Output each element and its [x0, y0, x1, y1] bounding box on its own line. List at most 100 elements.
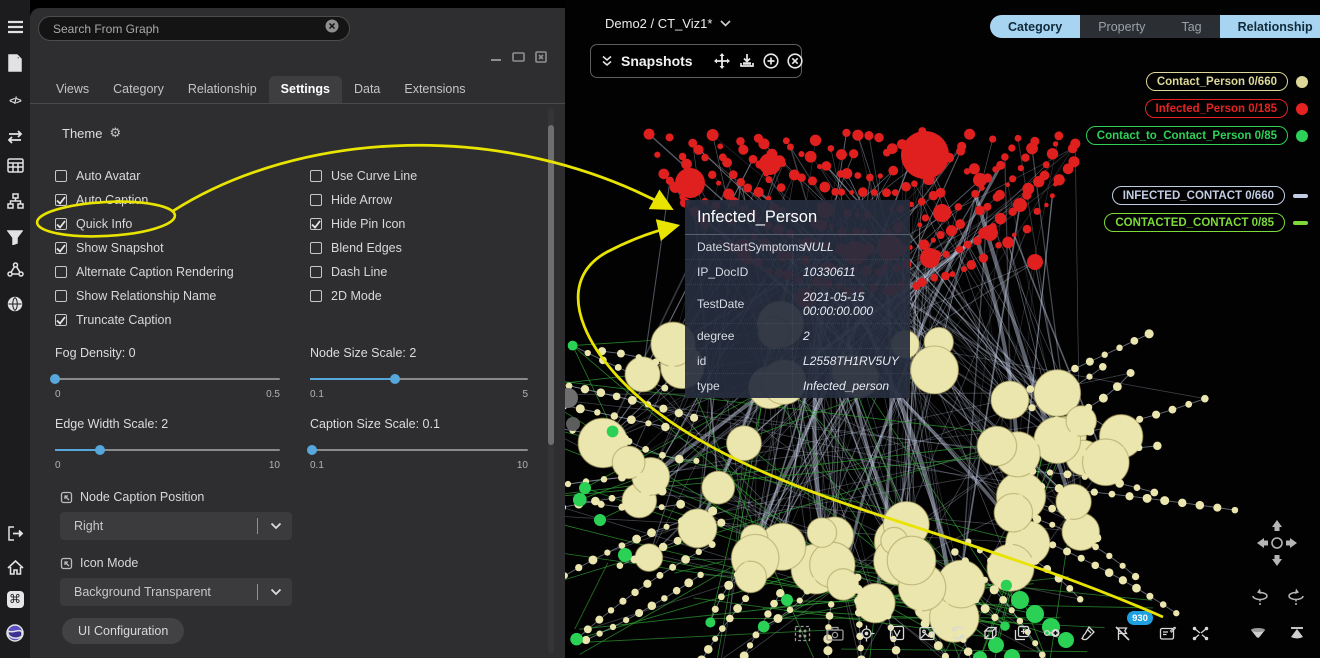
- hierarchy-icon[interactable]: [0, 188, 30, 214]
- settings-checkbox[interactable]: Hide Arrow: [310, 188, 540, 212]
- mode-tab-property[interactable]: Property: [1080, 15, 1163, 38]
- settings-checkbox[interactable]: Show Snapshot: [55, 236, 305, 260]
- refresh-icon[interactable]: [946, 621, 970, 645]
- checkbox-box[interactable]: [310, 242, 322, 254]
- rotate-right-icon[interactable]: [1286, 586, 1306, 608]
- legend-item[interactable]: Infected_Person 0/185: [1145, 99, 1308, 118]
- code-icon[interactable]: </>: [0, 88, 30, 114]
- legend-pill[interactable]: CONTACTED_CONTACT 0/85: [1104, 213, 1285, 232]
- checkbox-box[interactable]: [55, 266, 67, 278]
- close-window-icon[interactable]: [535, 50, 547, 68]
- checkbox-box[interactable]: [55, 290, 67, 302]
- settings-checkbox[interactable]: Hide Pin Icon: [310, 212, 540, 236]
- legend-item[interactable]: CONTACTED_CONTACT 0/85: [1104, 213, 1308, 232]
- settings-checkbox[interactable]: Auto Caption: [55, 188, 305, 212]
- camera-icon[interactable]: [823, 621, 847, 645]
- checkbox-box[interactable]: [310, 194, 322, 206]
- globe-icon[interactable]: [0, 291, 30, 317]
- panel-scrollbar[interactable]: [548, 108, 554, 653]
- mode-tab-category[interactable]: Category: [990, 15, 1080, 38]
- cube-3d-icon[interactable]: [978, 621, 1002, 645]
- checkbox-box[interactable]: [310, 170, 322, 182]
- slider-track[interactable]: [55, 445, 280, 455]
- logout-icon[interactable]: [0, 520, 30, 546]
- file-icon[interactable]: [0, 50, 30, 76]
- move-icon[interactable]: [713, 52, 731, 70]
- slider-handle[interactable]: [95, 445, 105, 455]
- tab-relationship[interactable]: Relationship: [176, 76, 269, 103]
- menu-icon[interactable]: [0, 14, 30, 40]
- mode-tab-relationship[interactable]: Relationship: [1220, 15, 1320, 38]
- legend-item[interactable]: Contact_Person 0/660: [1146, 72, 1308, 91]
- theme-row[interactable]: Theme ⚙: [62, 126, 121, 141]
- checkbox-box[interactable]: [55, 194, 67, 206]
- slider-track[interactable]: [310, 445, 528, 455]
- settings-checkbox[interactable]: Auto Avatar: [55, 164, 305, 188]
- app-logo[interactable]: [0, 620, 30, 646]
- settings-checkbox[interactable]: Blend Edges: [310, 236, 540, 260]
- checkbox-box[interactable]: [55, 242, 67, 254]
- graph-viewport[interactable]: Demo2 / CT_Viz1* Snapshots CategoryPrope…: [565, 0, 1320, 658]
- checkbox-box[interactable]: [55, 218, 67, 230]
- slider-handle[interactable]: [390, 374, 400, 384]
- add-snapshot-icon[interactable]: [763, 53, 779, 69]
- settings-checkbox[interactable]: Use Curve Line: [310, 164, 540, 188]
- checkbox-box[interactable]: [310, 290, 322, 302]
- cone-up-icon[interactable]: [1285, 621, 1309, 645]
- checkbox-box[interactable]: [55, 170, 67, 182]
- swap-arrows-icon[interactable]: [0, 124, 30, 150]
- legend-pill[interactable]: Contact_to_Contact_Person 0/85: [1086, 126, 1288, 145]
- settings-checkbox[interactable]: Alternate Caption Rendering: [55, 260, 305, 284]
- icon-mode-select[interactable]: Background Transparent: [60, 578, 292, 606]
- tab-settings[interactable]: Settings: [269, 76, 342, 103]
- download-snapshot-icon[interactable]: [739, 53, 755, 69]
- settings-checkbox[interactable]: Show Relationship Name: [55, 284, 305, 308]
- cone-down-icon[interactable]: [1246, 621, 1270, 645]
- tab-extensions[interactable]: Extensions: [392, 76, 477, 103]
- filter-icon[interactable]: [0, 224, 30, 250]
- collapse-chevrons-icon[interactable]: [601, 55, 613, 67]
- breadcrumb[interactable]: Demo2 / CT_Viz1*: [605, 16, 731, 31]
- tab-category[interactable]: Category: [101, 76, 176, 103]
- slider-track[interactable]: [55, 374, 280, 384]
- slider-track[interactable]: [310, 374, 528, 384]
- slider-handle[interactable]: [307, 445, 317, 455]
- mode-tab-tag[interactable]: Tag: [1163, 15, 1219, 38]
- table-icon[interactable]: [0, 152, 30, 178]
- cut-edge-icon[interactable]: [1188, 621, 1212, 645]
- select-area-icon[interactable]: [790, 621, 814, 645]
- search-clear-icon[interactable]: [325, 19, 339, 38]
- locate-icon[interactable]: [854, 621, 878, 645]
- image-icon[interactable]: [915, 621, 939, 645]
- gear-icon[interactable]: ⚙: [109, 126, 121, 141]
- home-icon[interactable]: [0, 554, 30, 580]
- settings-checkbox[interactable]: Dash Line: [310, 260, 540, 284]
- checkbox-box[interactable]: [310, 218, 322, 230]
- duplicate-plus-icon[interactable]: [1010, 621, 1034, 645]
- checkbox-box[interactable]: [310, 266, 322, 278]
- minimize-icon[interactable]: [490, 50, 502, 68]
- maximize-icon[interactable]: [512, 50, 525, 68]
- scrollbar-thumb[interactable]: [548, 125, 554, 445]
- settings-checkbox[interactable]: 2D Mode: [310, 284, 540, 308]
- legend-pill[interactable]: Infected_Person 0/185: [1145, 99, 1288, 118]
- close-snapshots-icon[interactable]: [787, 53, 803, 69]
- slider-handle[interactable]: [50, 374, 60, 384]
- legend-pill[interactable]: Contact_Person 0/660: [1146, 72, 1288, 91]
- legend-pill[interactable]: INFECTED_CONTACT 0/660: [1112, 186, 1285, 205]
- brush-icon[interactable]: [1075, 621, 1099, 645]
- shortcuts-icon[interactable]: ⌘: [0, 586, 30, 612]
- rotate-left-icon[interactable]: [1250, 586, 1270, 608]
- settings-checkbox[interactable]: Truncate Caption: [55, 308, 305, 332]
- tab-data[interactable]: Data: [342, 76, 392, 103]
- label-select-icon[interactable]: [885, 621, 909, 645]
- settings-checkbox[interactable]: Quick Info: [55, 212, 305, 236]
- expand-node-icon[interactable]: [1040, 621, 1064, 645]
- search-input[interactable]: Search From Graph: [38, 16, 350, 41]
- note-edit-icon[interactable]: [1156, 621, 1180, 645]
- flag-off-icon[interactable]: [1110, 621, 1134, 645]
- ui-configuration-button[interactable]: UI Configuration: [62, 618, 184, 644]
- legend-item[interactable]: INFECTED_CONTACT 0/660: [1112, 186, 1308, 205]
- legend-item[interactable]: Contact_to_Contact_Person 0/85: [1086, 126, 1308, 145]
- node-caption-position-select[interactable]: Right: [60, 512, 292, 540]
